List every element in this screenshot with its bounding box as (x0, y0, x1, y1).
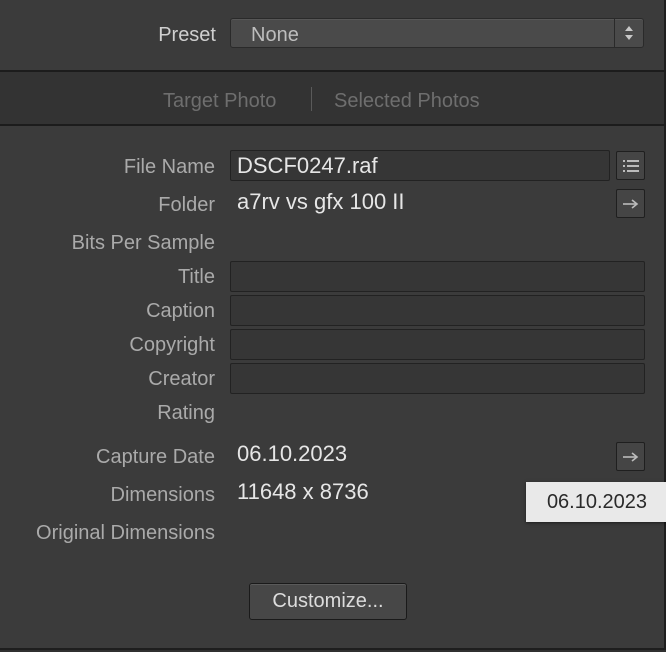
tab-selected-photos[interactable]: Selected Photos (334, 86, 480, 116)
capture-date-value: 06.10.2023 (237, 441, 348, 466)
tab-separator (311, 87, 312, 111)
preset-dropdown[interactable]: None (230, 18, 644, 48)
file-name-label: File Name (123, 156, 215, 178)
dimensions-value: 11648 x 8736 (237, 479, 369, 504)
capture-date-label: Capture Date (96, 446, 215, 468)
preset-label: Preset (158, 24, 216, 46)
go-to-arrow-icon[interactable] (616, 442, 645, 471)
caption-label: Caption (146, 300, 215, 322)
up-down-chevron-icon[interactable] (614, 19, 643, 47)
title-field[interactable] (230, 261, 645, 292)
folder-value: a7rv vs gfx 100 II (237, 189, 405, 214)
folder-label: Folder (158, 194, 215, 216)
rating-label: Rating (157, 402, 215, 424)
copyright-field[interactable] (230, 329, 645, 360)
creator-label: Creator (148, 368, 215, 390)
divider-bottom (0, 124, 666, 126)
list-icon[interactable] (616, 151, 645, 180)
dimensions-label: Dimensions (110, 484, 215, 506)
go-to-arrow-icon[interactable] (616, 189, 645, 218)
copyright-label: Copyright (129, 334, 215, 356)
tab-target-photo[interactable]: Target Photo (163, 86, 276, 116)
tab-bar (0, 72, 664, 124)
bits-per-sample-label: Bits Per Sample (71, 232, 215, 254)
title-label: Title (177, 266, 215, 288)
customize-button[interactable]: Customize... (249, 583, 407, 620)
creator-field[interactable] (230, 363, 645, 394)
metadata-panel: Preset None Target Photo Selected Photos… (0, 0, 666, 650)
preset-selected-value: None (251, 24, 299, 46)
caption-field[interactable] (230, 295, 645, 326)
file-name-value: DSCF0247.raf (237, 153, 378, 178)
capture-date-tooltip: 06.10.2023 (526, 482, 666, 522)
original-dimensions-label: Original Dimensions (36, 522, 215, 544)
